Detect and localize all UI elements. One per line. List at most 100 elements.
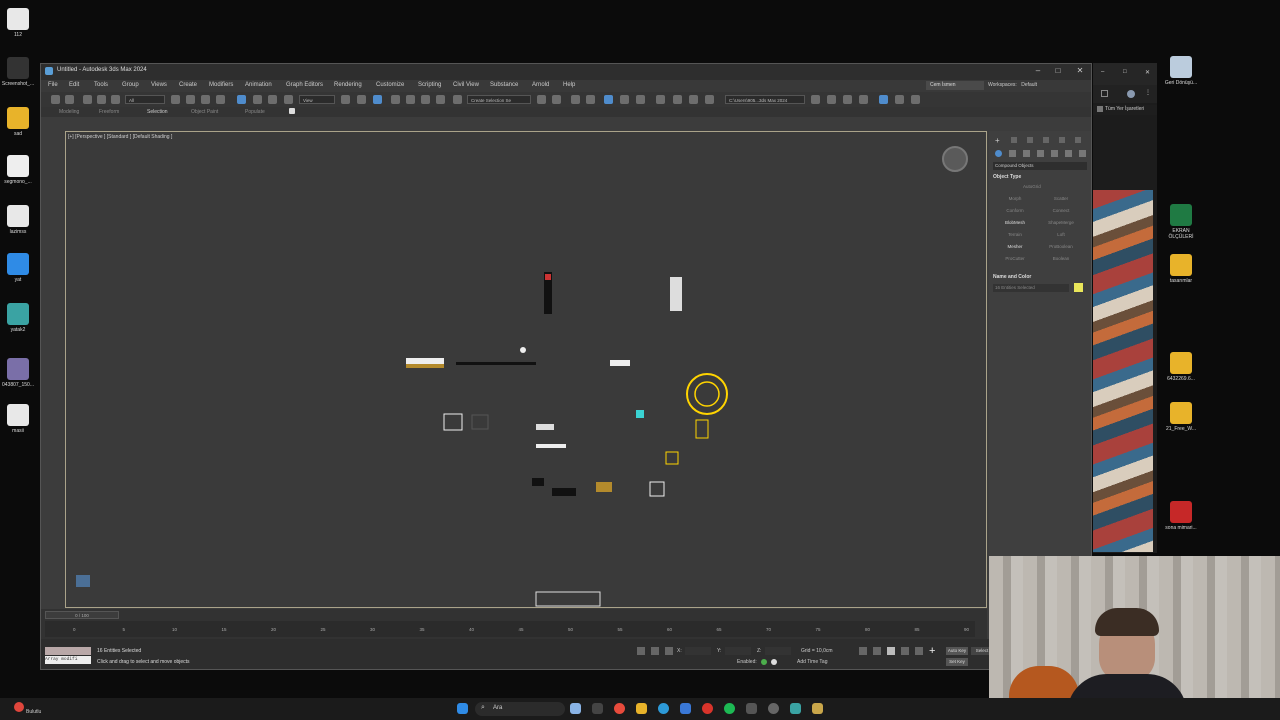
menu-create[interactable]: Create [179, 82, 197, 88]
menu-graph-editors[interactable]: Graph Editors [286, 82, 323, 88]
desktop-icon-screenshot[interactable]: Screenshot_... [0, 57, 38, 87]
open-icon[interactable] [827, 95, 836, 104]
close-icon[interactable]: ✕ [1073, 66, 1087, 75]
helpers-icon[interactable] [1051, 150, 1058, 157]
pivot-center-icon[interactable] [341, 95, 350, 104]
compound-connect-button[interactable]: Connect [1041, 208, 1081, 213]
align-icon[interactable] [552, 95, 561, 104]
window-crossing-icon[interactable] [216, 95, 225, 104]
play-icon[interactable] [887, 647, 895, 655]
compound-blobmesh-button[interactable]: BlobMesh [995, 220, 1035, 225]
compound-conform-button[interactable]: Conform [995, 208, 1035, 213]
object-type-header[interactable]: Object Type [993, 174, 1021, 180]
x-coordinate-field[interactable] [685, 647, 711, 655]
compound-shapemerge-button[interactable]: ShapeMerge [1041, 220, 1081, 225]
modify-tab-icon[interactable] [1011, 137, 1017, 143]
previous-frame-icon[interactable] [873, 647, 881, 655]
maximize-icon[interactable]: □ [1051, 66, 1065, 75]
start-icon[interactable] [457, 703, 468, 714]
compound-proboolean-button[interactable]: ProBoolean [1041, 244, 1081, 249]
lock-selection-icon[interactable] [651, 647, 659, 655]
mirror-icon[interactable] [537, 95, 546, 104]
ribbon-tab-object-paint[interactable]: Object Paint [191, 109, 218, 115]
menu-help[interactable]: Help [563, 82, 575, 88]
scale-icon[interactable] [268, 95, 277, 104]
desktop-icon-segmono[interactable]: segmono_... [0, 155, 38, 185]
lights-icon[interactable] [1023, 150, 1030, 157]
menu-tools[interactable]: Tools [94, 82, 108, 88]
render-production-icon[interactable] [705, 95, 714, 104]
scene-explorer-icon[interactable] [571, 95, 580, 104]
selection-filter-dropdown[interactable]: All [125, 95, 165, 104]
desktop-icon-21free[interactable]: 21_Free_W... [1161, 402, 1201, 432]
compound-loft-button[interactable]: Loft [1041, 232, 1081, 237]
move-icon[interactable] [237, 95, 246, 104]
file-explorer-icon[interactable] [636, 703, 647, 714]
link-icon[interactable] [83, 95, 92, 104]
set-key-icon[interactable]: + [929, 645, 935, 657]
widgets-icon[interactable] [570, 703, 581, 714]
isolate-selection-icon[interactable] [637, 647, 645, 655]
compound-scatter-button[interactable]: Scatter [1041, 196, 1081, 201]
compound-boolean-button[interactable]: Boolean [1041, 256, 1081, 261]
ribbon-tab-selection[interactable]: Selection [147, 109, 168, 115]
tab-search-icon[interactable] [1101, 90, 1108, 97]
compound-procutter-button[interactable]: ProCutter [995, 256, 1035, 261]
motion-tab-icon[interactable] [1043, 137, 1049, 143]
menu-views[interactable]: Views [151, 82, 167, 88]
cameras-icon[interactable] [1037, 150, 1044, 157]
edit-named-selection-icon[interactable] [453, 95, 462, 104]
menu-rendering[interactable]: Rendering [334, 82, 362, 88]
compound-mesher-button[interactable]: Mesher [995, 244, 1035, 249]
autogrid-checkbox[interactable]: AutoGrid [1023, 184, 1041, 189]
opera-icon[interactable] [702, 703, 713, 714]
menu-animation[interactable]: Animation [245, 82, 272, 88]
3dsmax-taskbar-icon[interactable] [790, 703, 801, 714]
command-panel-tabs[interactable]: + [993, 135, 1087, 145]
ribbon-tab-freeform[interactable]: Freeform [99, 109, 119, 115]
browser-menu-icon[interactable]: ⋮ [1145, 89, 1151, 96]
maxscript-listener[interactable] [45, 647, 91, 655]
browser-maximize-icon[interactable]: □ [1123, 69, 1127, 75]
browser-minimize-icon[interactable]: – [1101, 69, 1104, 75]
title-bar[interactable]: Untitled - Autodesk 3ds Max 2024 – □ ✕ [41, 64, 1091, 80]
weather-text[interactable]: Bulutlu [26, 709, 41, 715]
sync-icon[interactable] [911, 95, 920, 104]
desktop-icon-yat[interactable]: yat [0, 253, 38, 283]
settings-icon[interactable] [768, 703, 779, 714]
unlink-icon[interactable] [97, 95, 106, 104]
select-manipulate-icon[interactable] [357, 95, 366, 104]
schematic-view-icon[interactable] [636, 95, 645, 104]
desktop-icon-112[interactable]: 112 [0, 8, 38, 38]
utilities-tab-icon[interactable] [1075, 137, 1081, 143]
menu-civil-view[interactable]: Civil View [453, 82, 479, 88]
rendered-frame-window-icon[interactable] [689, 95, 698, 104]
desktop-icon-yatak2[interactable]: yatak2 [0, 303, 38, 333]
arnold-icon[interactable] [895, 95, 904, 104]
compound-terrain-button[interactable]: Terrain [995, 232, 1035, 237]
select-by-name-icon[interactable] [186, 95, 195, 104]
project-folder-icon[interactable] [811, 95, 820, 104]
absolute-mode-icon[interactable] [665, 647, 673, 655]
sign-in-button[interactable]: Cem İsmen [926, 81, 984, 90]
name-color-header[interactable]: Name and Color [993, 274, 1031, 280]
curve-editor-icon[interactable] [620, 95, 629, 104]
edge-icon[interactable] [658, 703, 669, 714]
desktop-icon-masii[interactable]: masii [0, 404, 38, 434]
set-key-button[interactable]: Set Key [946, 658, 968, 666]
viewport-layout-icon[interactable] [879, 95, 888, 104]
go-to-start-icon[interactable] [859, 647, 867, 655]
enabled-toggle[interactable] [761, 659, 767, 665]
create-tab-icon[interactable]: + [995, 136, 1000, 145]
menu-substance[interactable]: Substance [490, 82, 518, 88]
menu-arnold[interactable]: Arnold [532, 82, 549, 88]
desktop-icon-lazimss[interactable]: lazimss [0, 205, 38, 235]
perspective-viewport[interactable]: [+] [Perspective ] [Standard ] [Default … [65, 131, 987, 608]
keyboard-shortcut-icon[interactable] [373, 95, 382, 104]
ribbon-tab-modeling[interactable]: Modeling [59, 109, 79, 115]
layer-explorer-icon[interactable] [586, 95, 595, 104]
track-bar[interactable] [45, 621, 975, 637]
menu-group[interactable]: Group [122, 82, 139, 88]
snapshot-icon[interactable] [859, 95, 868, 104]
render-setup-icon[interactable] [673, 95, 682, 104]
